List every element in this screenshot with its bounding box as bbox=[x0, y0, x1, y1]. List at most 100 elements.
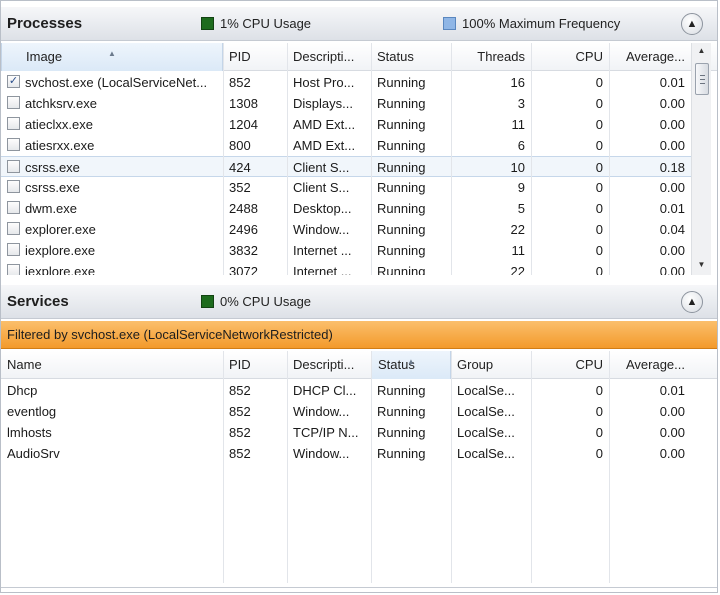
cell-desc: TCP/IP N... bbox=[293, 425, 359, 440]
column-status[interactable]: Status bbox=[371, 43, 451, 71]
cell-avg: 0.04 bbox=[659, 222, 685, 237]
column-threads[interactable]: Threads bbox=[451, 43, 531, 71]
cell-avg: 0.00 bbox=[659, 117, 685, 132]
cell-image: iexplore.exe bbox=[25, 264, 96, 275]
cell-pid: 852 bbox=[229, 446, 251, 461]
column-description[interactable]: Descripti... bbox=[287, 351, 371, 379]
column-description[interactable]: Descripti... bbox=[287, 43, 371, 71]
column-image[interactable]: ▲ Image bbox=[1, 43, 223, 71]
cell-desc: Desktop... bbox=[293, 201, 352, 216]
services-title: Services bbox=[7, 293, 69, 310]
sort-ascending-icon: ▲ bbox=[407, 357, 415, 366]
cell-cpu: 0 bbox=[595, 160, 603, 175]
cell-avg: 0.01 bbox=[659, 75, 685, 90]
cell-desc: Internet ... bbox=[293, 264, 352, 275]
column-divider bbox=[451, 43, 452, 275]
processes-scrollbar[interactable]: ▲ ▼ bbox=[691, 43, 711, 275]
cell-name: Dhcp bbox=[7, 383, 38, 398]
cell-avg: 0.00 bbox=[659, 404, 685, 419]
cell-status: Running bbox=[377, 96, 426, 111]
cell-cpu: 0 bbox=[595, 117, 603, 132]
cell-cpu: 0 bbox=[595, 138, 603, 153]
cpu-usage-swatch-icon bbox=[201, 17, 214, 30]
cell-name: eventlog bbox=[7, 404, 57, 419]
table-row[interactable]: atchksrv.exe 1308 Displays... Running 3 0 0.00 bbox=[1, 93, 691, 114]
cell-status: Running bbox=[377, 264, 426, 275]
cell-threads: 5 bbox=[517, 201, 525, 216]
cell-status: Running bbox=[377, 425, 426, 440]
cell-image: svchost.exe (LocalServiceNet... bbox=[25, 75, 208, 90]
cell-status: Running bbox=[377, 75, 426, 90]
table-row[interactable]: lmhosts 852 TCP/IP N... Running LocalSe... 0 0… bbox=[1, 422, 691, 443]
table-row[interactable]: explorer.exe 2496 Window... Running 22 0 0.04 bbox=[1, 219, 691, 240]
cell-threads: 16 bbox=[510, 75, 525, 90]
column-name[interactable]: Name bbox=[1, 351, 223, 379]
processes-collapse-button[interactable]: ▲ bbox=[681, 13, 703, 35]
cell-desc: Client S... bbox=[293, 180, 350, 195]
cell-pid: 852 bbox=[229, 404, 251, 419]
column-pid[interactable]: PID bbox=[223, 351, 287, 379]
column-average-cpu[interactable]: Average... bbox=[609, 351, 691, 379]
cell-threads: 9 bbox=[517, 180, 525, 195]
table-row[interactable]: atieclxx.exe 1204 AMD Ext... Running 11 0 0.00 bbox=[1, 114, 691, 135]
services-filter-bar[interactable]: Filtered by svchost.exe (LocalServiceNet… bbox=[1, 321, 717, 349]
scroll-up-icon[interactable]: ▲ bbox=[692, 43, 711, 59]
cell-cpu: 0 bbox=[595, 264, 603, 275]
column-divider bbox=[451, 351, 452, 583]
processes-cpu-usage-text: 1% CPU Usage bbox=[220, 16, 312, 31]
cell-avg: 0.00 bbox=[659, 243, 685, 258]
table-row[interactable]: eventlog 852 Window... Running LocalSe... 0 0.… bbox=[1, 401, 691, 422]
cell-name: AudioSrv bbox=[7, 446, 60, 461]
table-row[interactable]: ✓ svchost.exe (LocalServiceNet... 852 Host … bbox=[1, 72, 691, 93]
cell-pid: 424 bbox=[229, 160, 251, 175]
processes-header[interactable]: Processes 1% CPU Usage 100% Maximum Freq… bbox=[1, 7, 717, 41]
resource-monitor-panel: Processes 1% CPU Usage 100% Maximum Freq… bbox=[0, 0, 718, 593]
table-row[interactable]: atiesrxx.exe 800 AMD Ext... Running 6 0 0.00 bbox=[1, 135, 691, 156]
services-header[interactable]: Services 0% CPU Usage ▲ bbox=[1, 285, 717, 319]
cell-threads: 11 bbox=[511, 243, 526, 258]
cell-status: Running bbox=[377, 180, 426, 195]
cell-pid: 2488 bbox=[229, 201, 258, 216]
column-divider bbox=[531, 43, 532, 275]
column-cpu[interactable]: CPU bbox=[531, 351, 609, 379]
cell-avg: 0.00 bbox=[659, 425, 685, 440]
cell-avg: 0.01 bbox=[659, 383, 685, 398]
cell-avg: 0.00 bbox=[659, 96, 685, 111]
cell-threads: 6 bbox=[517, 138, 525, 153]
column-cpu[interactable]: CPU bbox=[531, 43, 609, 71]
cell-pid: 852 bbox=[229, 75, 251, 90]
cell-desc: Internet ... bbox=[293, 243, 352, 258]
processes-cpu-legend: 1% CPU Usage bbox=[201, 16, 311, 31]
cell-desc: Window... bbox=[293, 446, 350, 461]
cell-image: atchksrv.exe bbox=[25, 96, 98, 111]
column-group[interactable]: Group bbox=[451, 351, 531, 379]
table-row[interactable]: Dhcp 852 DHCP Cl... Running LocalSe... 0 0.01 bbox=[1, 380, 691, 401]
cell-group: LocalSe... bbox=[457, 383, 515, 398]
scroll-down-icon[interactable]: ▼ bbox=[692, 257, 711, 273]
cell-name: lmhosts bbox=[7, 425, 52, 440]
cell-desc: DHCP Cl... bbox=[293, 383, 357, 398]
cell-cpu: 0 bbox=[595, 446, 603, 461]
column-status[interactable]: ▲ Status bbox=[371, 351, 451, 379]
cell-pid: 3072 bbox=[229, 264, 258, 275]
table-row[interactable]: iexplore.exe 3832 Internet ... Running 11 0 0.… bbox=[1, 240, 691, 261]
cell-pid: 352 bbox=[229, 180, 251, 195]
cell-desc: Window... bbox=[293, 404, 350, 419]
cell-status: Running bbox=[377, 383, 426, 398]
table-row[interactable]: iexplore.exe 3072 Internet ... Running 22 0 0.… bbox=[1, 261, 691, 275]
processes-scroll-thumb[interactable] bbox=[695, 63, 709, 95]
cell-cpu: 0 bbox=[595, 180, 603, 195]
cell-cpu: 0 bbox=[595, 201, 603, 216]
table-row[interactable]: dwm.exe 2488 Desktop... Running 5 0 0.01 bbox=[1, 198, 691, 219]
column-pid[interactable]: PID bbox=[223, 43, 287, 71]
services-collapse-button[interactable]: ▲ bbox=[681, 291, 703, 313]
table-row[interactable]: csrss.exe 352 Client S... Running 9 0 0.00 bbox=[1, 177, 691, 198]
table-row[interactable]: AudioSrv 852 Window... Running LocalSe... 0 0.… bbox=[1, 443, 691, 464]
cell-avg: 0.00 bbox=[659, 446, 685, 461]
column-average-cpu[interactable]: Average... bbox=[609, 43, 691, 71]
cell-cpu: 0 bbox=[595, 243, 603, 258]
max-frequency-swatch-icon bbox=[443, 17, 456, 30]
cell-threads: 10 bbox=[510, 160, 525, 175]
table-row[interactable]: csrss.exe 424 Client S... Running 10 0 0.18 bbox=[1, 156, 691, 177]
cell-status: Running bbox=[377, 404, 426, 419]
